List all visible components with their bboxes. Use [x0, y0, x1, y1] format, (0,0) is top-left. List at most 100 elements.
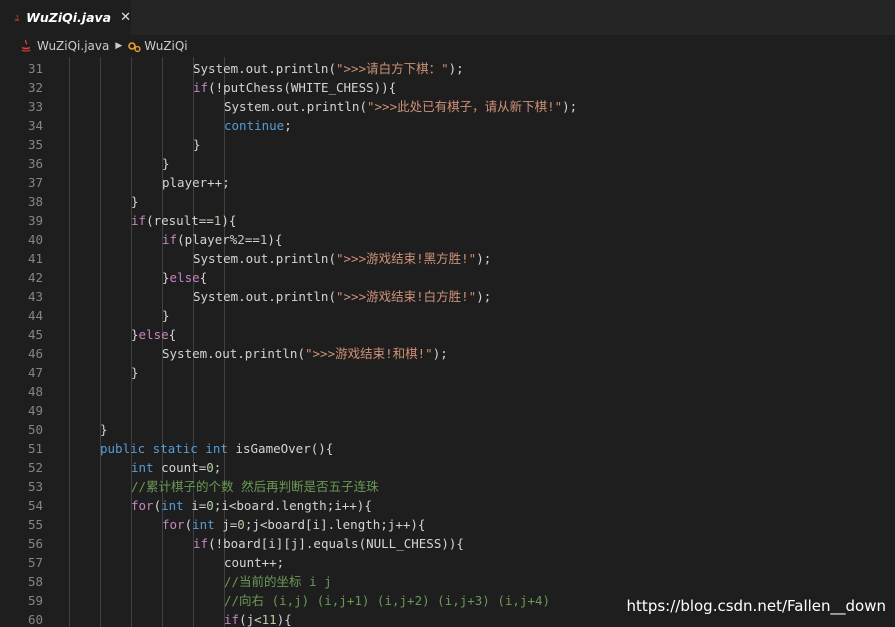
- java-file-icon: [21, 39, 31, 52]
- code-token: System.out.println(: [224, 99, 367, 114]
- code-line[interactable]: 39 if(result==1){: [0, 211, 895, 230]
- code-token: (: [153, 498, 162, 513]
- line-number: 48: [27, 384, 43, 399]
- code-line[interactable]: 56 if(!board[i][j].equals(NULL_CHESS)){: [0, 534, 895, 553]
- line-number: 38: [27, 194, 43, 209]
- line-number: 36: [27, 156, 43, 171]
- code-text: player++;: [162, 173, 230, 192]
- code-editor[interactable]: 31 System.out.println(">>>请白方下棋："); 32 if(!…: [0, 57, 895, 627]
- code-line[interactable]: 40 if(player%2==1){: [0, 230, 895, 249]
- code-line[interactable]: 46 System.out.println(">>>游戏结束!和棋!");: [0, 344, 895, 363]
- code-token: {: [199, 270, 208, 285]
- code-token: ">>>游戏结束!白方胜!": [336, 289, 477, 304]
- code-line[interactable]: 54 for(int i=0;i<board.length;i++){: [0, 496, 895, 515]
- code-token: }: [193, 137, 201, 152]
- code-text: }: [131, 192, 139, 211]
- code-text: System.out.println(">>>游戏结束!和棋!");: [162, 344, 448, 363]
- code-line[interactable]: 33 System.out.println(">>>此处已有棋子，请从新下棋!")…: [0, 97, 895, 116]
- line-number: 32: [27, 80, 43, 95]
- code-token: ">>>此处已有棋子，请从新下棋!": [367, 99, 563, 114]
- code-token: 2: [237, 232, 245, 247]
- code-token: System.out.println(: [193, 61, 336, 76]
- code-text: }: [162, 154, 170, 173]
- code-token: }: [131, 327, 139, 342]
- line-number: 50: [27, 422, 43, 437]
- line-number: 34: [27, 118, 43, 133]
- code-line[interactable]: 44}: [0, 306, 895, 325]
- code-token: if: [224, 612, 240, 627]
- code-token: (result==: [146, 213, 214, 228]
- code-line[interactable]: 41 System.out.println(">>>游戏结束!黑方胜!");: [0, 249, 895, 268]
- code-token: int: [192, 517, 223, 532]
- code-token: System.out.println(: [193, 289, 336, 304]
- code-text: }else{: [162, 268, 207, 287]
- code-line[interactable]: 34 continue;: [0, 116, 895, 135]
- code-token: continue: [224, 118, 285, 133]
- code-line[interactable]: 53 //累计棋子的个数 然后再判断是否五子连珠: [0, 477, 895, 496]
- code-text: public static int isGameOver(){: [100, 439, 333, 458]
- code-token: {: [168, 327, 177, 342]
- line-number: 40: [27, 232, 43, 247]
- code-token: //当前的坐标 i j: [224, 574, 332, 589]
- code-token: }: [131, 194, 139, 209]
- code-line[interactable]: 52 int count=0;: [0, 458, 895, 477]
- code-token: ">>>请白方下棋：": [336, 61, 449, 76]
- code-token: );: [562, 99, 578, 114]
- code-line[interactable]: 58 //当前的坐标 i j: [0, 572, 895, 591]
- code-token: );: [448, 61, 464, 76]
- code-text: }: [193, 135, 201, 154]
- class-icon: [128, 41, 141, 52]
- code-line[interactable]: 37 player++;: [0, 173, 895, 192]
- code-line[interactable]: 49: [0, 401, 895, 420]
- code-line[interactable]: 48: [0, 382, 895, 401]
- code-text: //累计棋子的个数 然后再判断是否五子连珠: [131, 477, 379, 496]
- code-line[interactable]: 47}: [0, 363, 895, 382]
- line-number: 58: [27, 574, 43, 589]
- code-line[interactable]: 57 count++;: [0, 553, 895, 572]
- code-token: if: [131, 213, 147, 228]
- code-line[interactable]: 43 System.out.println(">>>游戏结束!白方胜!");: [0, 287, 895, 306]
- code-token: ){: [267, 232, 283, 247]
- code-text: //当前的坐标 i j: [224, 572, 332, 591]
- code-text: int count=0;: [131, 458, 221, 477]
- code-text: if(result==1){: [131, 211, 236, 230]
- breadcrumb-class[interactable]: WuZiQi: [144, 39, 187, 53]
- code-text: count++;: [224, 553, 284, 572]
- tab-bar: WuZiQi.java ✕: [0, 0, 895, 35]
- code-line[interactable]: 55 for(int j=0;j<board[i].length;j++){: [0, 515, 895, 534]
- code-line[interactable]: 45}else{: [0, 325, 895, 344]
- code-token: (!board[i][j].equals(NULL_CHESS)){: [208, 536, 464, 551]
- code-token: (!putChess(WHITE_CHESS)){: [208, 80, 397, 95]
- line-number: 49: [27, 403, 43, 418]
- code-text: }: [100, 420, 108, 439]
- code-token: System.out.println(: [193, 251, 336, 266]
- close-icon[interactable]: ✕: [120, 11, 131, 24]
- code-token: public static int: [100, 441, 236, 456]
- code-line[interactable]: 38}: [0, 192, 895, 211]
- code-line[interactable]: 42 }else{: [0, 268, 895, 287]
- line-number: 51: [27, 441, 43, 456]
- code-line[interactable]: 51 public static int isGameOver(){: [0, 439, 895, 458]
- code-text: for(int i=0;i<board.length;i++){: [131, 496, 372, 515]
- code-token: isGameOver(){: [235, 441, 334, 456]
- line-number: 43: [27, 289, 43, 304]
- code-line[interactable]: 50}: [0, 420, 895, 439]
- code-line[interactable]: 35}: [0, 135, 895, 154]
- line-number: 59: [27, 593, 43, 608]
- code-token: ){: [276, 612, 292, 627]
- code-token: int: [131, 460, 162, 475]
- code-line[interactable]: 32 if(!putChess(WHITE_CHESS)){: [0, 78, 895, 97]
- code-token: //累计棋子的个数 然后再判断是否五子连珠: [131, 479, 379, 494]
- code-line[interactable]: 31 System.out.println(">>>请白方下棋：");: [0, 59, 895, 78]
- tab-wuziqi-java[interactable]: WuZiQi.java ✕: [0, 0, 131, 35]
- code-token: 0: [206, 460, 214, 475]
- java-file-icon: [14, 14, 20, 21]
- code-token: }: [131, 365, 139, 380]
- line-number: 42: [27, 270, 43, 285]
- code-text: if(player%2==1){: [162, 230, 282, 249]
- code-token: if: [193, 80, 209, 95]
- code-token: //向右 (i,j) (i,j+1) (i,j+2) (i,j+3) (i,j+…: [224, 593, 551, 608]
- code-line[interactable]: 36}: [0, 154, 895, 173]
- code-token: 0: [206, 498, 214, 513]
- breadcrumb-file[interactable]: WuZiQi.java: [37, 39, 109, 53]
